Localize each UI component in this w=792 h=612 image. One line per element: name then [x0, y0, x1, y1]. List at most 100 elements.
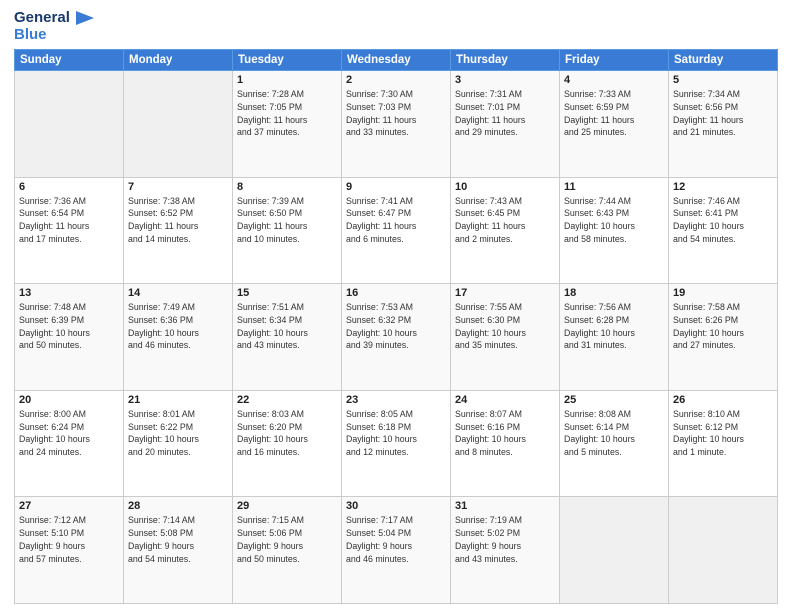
- calendar-cell: [124, 71, 233, 178]
- day-number: 22: [237, 394, 337, 406]
- calendar-cell: 13 Sunrise: 7:48 AMSunset: 6:39 PMDayligh…: [15, 284, 124, 391]
- day-number: 5: [673, 74, 773, 86]
- day-number: 3: [455, 74, 555, 86]
- day-number: 4: [564, 74, 664, 86]
- day-number: 29: [237, 500, 337, 512]
- day-info: Sunrise: 7:53 AMSunset: 6:32 PMDaylight:…: [346, 301, 446, 352]
- calendar-cell: 17 Sunrise: 7:55 AMSunset: 6:30 PMDayligh…: [451, 284, 560, 391]
- day-number: 30: [346, 500, 446, 512]
- day-info: Sunrise: 7:14 AMSunset: 5:08 PMDaylight:…: [128, 514, 228, 565]
- day-number: 15: [237, 287, 337, 299]
- calendar-cell: 3 Sunrise: 7:31 AMSunset: 7:01 PMDaylight…: [451, 71, 560, 178]
- day-info: Sunrise: 7:34 AMSunset: 6:56 PMDaylight:…: [673, 88, 773, 139]
- calendar-cell: 22 Sunrise: 8:03 AMSunset: 6:20 PMDayligh…: [233, 390, 342, 497]
- calendar-cell: 16Sunrise: 7:53 AMSunset: 6:32 PMDayligh…: [342, 284, 451, 391]
- day-number: 31: [455, 500, 555, 512]
- day-info: Sunrise: 7:28 AMSunset: 7:05 PMDaylight:…: [237, 88, 337, 139]
- calendar-cell: 7 Sunrise: 7:38 AMSunset: 6:52 PMDaylight…: [124, 177, 233, 284]
- calendar-cell: 1Sunrise: 7:28 AMSunset: 7:05 PMDaylight…: [233, 71, 342, 178]
- day-info: Sunrise: 7:56 AMSunset: 6:28 PMDaylight:…: [564, 301, 664, 352]
- weekday-header: SundayMondayTuesdayWednesdayThursdayFrid…: [15, 50, 778, 71]
- day-number: 12: [673, 181, 773, 193]
- week-row-5: 27 Sunrise: 7:12 AMSunset: 5:10 PMDayligh…: [15, 497, 778, 604]
- day-number: 2: [346, 74, 446, 86]
- calendar-cell: 19 Sunrise: 7:58 AMSunset: 6:26 PMDayligh…: [669, 284, 778, 391]
- calendar-cell: [560, 497, 669, 604]
- weekday-monday: Monday: [124, 50, 233, 71]
- day-info: Sunrise: 8:00 AMSunset: 6:24 PMDaylight:…: [19, 408, 119, 459]
- calendar-cell: 2Sunrise: 7:30 AMSunset: 7:03 PMDaylight…: [342, 71, 451, 178]
- day-number: 17: [455, 287, 555, 299]
- calendar-cell: 24Sunrise: 8:07 AMSunset: 6:16 PMDayligh…: [451, 390, 560, 497]
- day-number: 10: [455, 181, 555, 193]
- day-info: Sunrise: 7:46 AMSunset: 6:41 PMDaylight:…: [673, 195, 773, 246]
- calendar-cell: 21 Sunrise: 8:01 AMSunset: 6:22 PMDayligh…: [124, 390, 233, 497]
- calendar-cell: 10 Sunrise: 7:43 AMSunset: 6:45 PMDayligh…: [451, 177, 560, 284]
- day-info: Sunrise: 7:41 AMSunset: 6:47 PMDaylight:…: [346, 195, 446, 246]
- logo: General Blue: [14, 10, 94, 43]
- calendar-cell: 27 Sunrise: 7:12 AMSunset: 5:10 PMDayligh…: [15, 497, 124, 604]
- day-info: Sunrise: 7:58 AMSunset: 6:26 PMDaylight:…: [673, 301, 773, 352]
- calendar-cell: 5 Sunrise: 7:34 AMSunset: 6:56 PMDaylight…: [669, 71, 778, 178]
- page-header: General Blue: [14, 10, 778, 43]
- day-number: 7: [128, 181, 228, 193]
- calendar-cell: [15, 71, 124, 178]
- week-row-4: 20 Sunrise: 8:00 AMSunset: 6:24 PMDayligh…: [15, 390, 778, 497]
- day-info: Sunrise: 7:15 AMSunset: 5:06 PMDaylight:…: [237, 514, 337, 565]
- day-number: 11: [564, 181, 664, 193]
- calendar-cell: 23 Sunrise: 8:05 AMSunset: 6:18 PMDayligh…: [342, 390, 451, 497]
- day-number: 20: [19, 394, 119, 406]
- day-info: Sunrise: 7:38 AMSunset: 6:52 PMDaylight:…: [128, 195, 228, 246]
- calendar-table: SundayMondayTuesdayWednesdayThursdayFrid…: [14, 49, 778, 604]
- day-number: 23: [346, 394, 446, 406]
- day-info: Sunrise: 8:08 AMSunset: 6:14 PMDaylight:…: [564, 408, 664, 459]
- calendar-cell: 15 Sunrise: 7:51 AMSunset: 6:34 PMDayligh…: [233, 284, 342, 391]
- day-info: Sunrise: 8:10 AMSunset: 6:12 PMDaylight:…: [673, 408, 773, 459]
- day-info: Sunrise: 7:36 AMSunset: 6:54 PMDaylight:…: [19, 195, 119, 246]
- weekday-friday: Friday: [560, 50, 669, 71]
- day-number: 19: [673, 287, 773, 299]
- day-info: Sunrise: 7:49 AMSunset: 6:36 PMDaylight:…: [128, 301, 228, 352]
- day-info: Sunrise: 7:33 AMSunset: 6:59 PMDaylight:…: [564, 88, 664, 139]
- day-number: 18: [564, 287, 664, 299]
- day-number: 14: [128, 287, 228, 299]
- day-number: 28: [128, 500, 228, 512]
- day-info: Sunrise: 7:12 AMSunset: 5:10 PMDaylight:…: [19, 514, 119, 565]
- day-info: Sunrise: 7:55 AMSunset: 6:30 PMDaylight:…: [455, 301, 555, 352]
- calendar-cell: 26Sunrise: 8:10 AMSunset: 6:12 PMDayligh…: [669, 390, 778, 497]
- day-number: 25: [564, 394, 664, 406]
- week-row-2: 6 Sunrise: 7:36 AMSunset: 6:54 PMDaylight…: [15, 177, 778, 284]
- day-info: Sunrise: 8:05 AMSunset: 6:18 PMDaylight:…: [346, 408, 446, 459]
- calendar-cell: 30 Sunrise: 7:17 AMSunset: 5:04 PMDayligh…: [342, 497, 451, 604]
- calendar-cell: 9 Sunrise: 7:41 AMSunset: 6:47 PMDaylight…: [342, 177, 451, 284]
- calendar-cell: [669, 497, 778, 604]
- day-info: Sunrise: 7:48 AMSunset: 6:39 PMDaylight:…: [19, 301, 119, 352]
- day-info: Sunrise: 8:01 AMSunset: 6:22 PMDaylight:…: [128, 408, 228, 459]
- day-number: 6: [19, 181, 119, 193]
- day-info: Sunrise: 7:44 AMSunset: 6:43 PMDaylight:…: [564, 195, 664, 246]
- day-info: Sunrise: 7:17 AMSunset: 5:04 PMDaylight:…: [346, 514, 446, 565]
- day-info: Sunrise: 7:39 AMSunset: 6:50 PMDaylight:…: [237, 195, 337, 246]
- calendar-cell: 29 Sunrise: 7:15 AMSunset: 5:06 PMDayligh…: [233, 497, 342, 604]
- calendar-cell: 18 Sunrise: 7:56 AMSunset: 6:28 PMDayligh…: [560, 284, 669, 391]
- day-info: Sunrise: 7:31 AMSunset: 7:01 PMDaylight:…: [455, 88, 555, 139]
- weekday-sunday: Sunday: [15, 50, 124, 71]
- day-number: 21: [128, 394, 228, 406]
- calendar-cell: 20 Sunrise: 8:00 AMSunset: 6:24 PMDayligh…: [15, 390, 124, 497]
- day-info: Sunrise: 7:51 AMSunset: 6:34 PMDaylight:…: [237, 301, 337, 352]
- weekday-thursday: Thursday: [451, 50, 560, 71]
- logo-arrow-icon: [76, 11, 94, 25]
- day-info: Sunrise: 7:19 AMSunset: 5:02 PMDaylight:…: [455, 514, 555, 565]
- day-number: 9: [346, 181, 446, 193]
- day-info: Sunrise: 8:03 AMSunset: 6:20 PMDaylight:…: [237, 408, 337, 459]
- day-number: 27: [19, 500, 119, 512]
- weekday-wednesday: Wednesday: [342, 50, 451, 71]
- day-info: Sunrise: 7:43 AMSunset: 6:45 PMDaylight:…: [455, 195, 555, 246]
- calendar-cell: 31 Sunrise: 7:19 AMSunset: 5:02 PMDayligh…: [451, 497, 560, 604]
- calendar-cell: 25 Sunrise: 8:08 AMSunset: 6:14 PMDayligh…: [560, 390, 669, 497]
- calendar-cell: 11 Sunrise: 7:44 AMSunset: 6:43 PMDayligh…: [560, 177, 669, 284]
- day-number: 24: [455, 394, 555, 406]
- calendar-cell: 28 Sunrise: 7:14 AMSunset: 5:08 PMDayligh…: [124, 497, 233, 604]
- day-number: 13: [19, 287, 119, 299]
- calendar-cell: 6 Sunrise: 7:36 AMSunset: 6:54 PMDaylight…: [15, 177, 124, 284]
